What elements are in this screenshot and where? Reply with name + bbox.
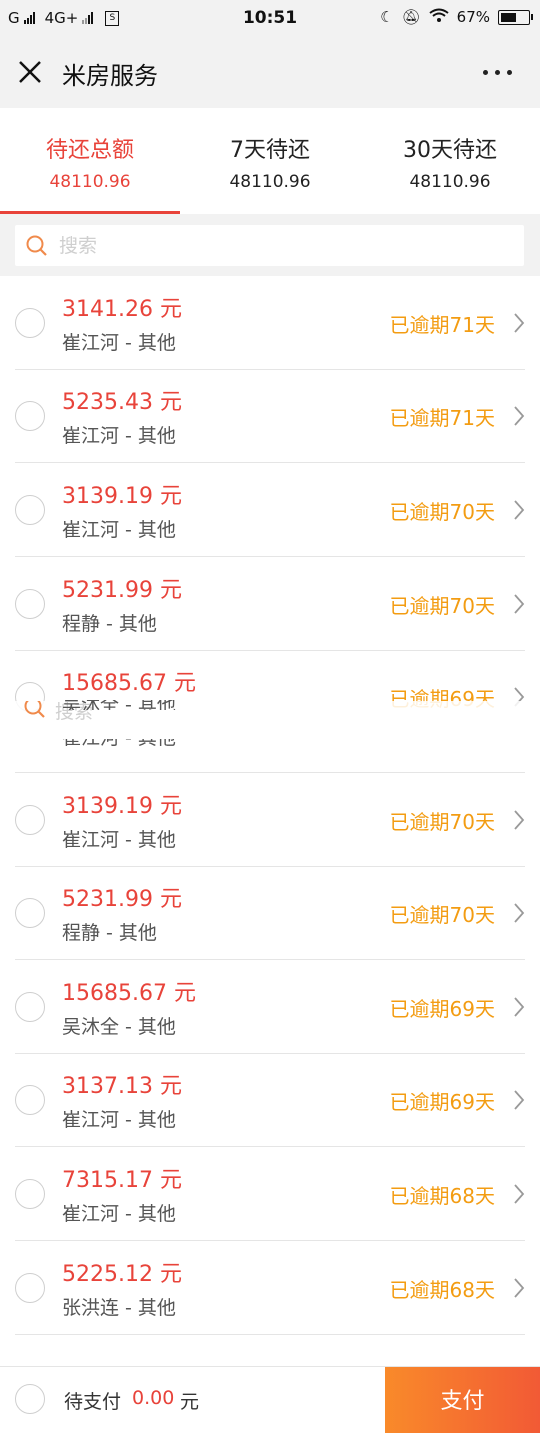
item-amount: 15685.67 元 — [62, 981, 196, 1006]
tab-30-day-due[interactable]: 30天待还 48110.96 — [360, 108, 540, 214]
bill-list: 3141.26 元 崔江河 - 其他 已逾期71天 5235.43 元 崔江河 … — [0, 276, 540, 1366]
summary-tabs: 待还总额 48110.96 7天待还 48110.96 30天待还 48110.… — [0, 108, 540, 215]
overdue-status: 已逾期68天 — [389, 1184, 495, 1208]
tab-7-day-due[interactable]: 7天待还 48110.96 — [180, 108, 360, 214]
ghost-row-text: 吴沐全 - 其他 — [62, 700, 176, 710]
chevron-right-icon — [514, 903, 525, 923]
list-item[interactable]: 5225.12 元 张洪连 - 其他 已逾期68天 — [15, 1241, 525, 1335]
overdue-status: 已逾期70天 — [389, 903, 495, 927]
pending-amount: 0.00 — [132, 1387, 175, 1409]
item-amount: 3141.26 元 — [62, 297, 182, 322]
search-icon — [24, 701, 45, 718]
chevron-right-icon — [514, 406, 525, 426]
select-radio[interactable] — [15, 495, 45, 525]
chevron-right-icon — [514, 594, 525, 614]
tab-value: 48110.96 — [409, 172, 491, 192]
overdue-status: 已逾期70天 — [389, 594, 495, 618]
tab-label: 7天待还 — [230, 138, 310, 163]
item-subtitle: 崔江河 - 其他 — [62, 332, 176, 354]
item-subtitle: 程静 - 其他 — [62, 922, 157, 944]
select-radio[interactable] — [15, 805, 45, 835]
pay-button[interactable]: 支付 — [385, 1367, 540, 1433]
item-amount: 3137.13 元 — [62, 1074, 182, 1099]
select-all-radio[interactable] — [15, 1384, 45, 1414]
chevron-right-icon — [514, 810, 525, 830]
list-item[interactable]: 5231.99 元 程静 - 其他 已逾期70天 — [15, 866, 525, 960]
page-title: 米房服务 — [62, 62, 158, 90]
item-subtitle: 张洪连 - 其他 — [62, 1297, 176, 1319]
list-item[interactable]: 5231.99 元 程静 - 其他 已逾期70天 — [15, 557, 525, 651]
overdue-status: 已逾期71天 — [389, 406, 495, 430]
item-amount: 5225.12 元 — [62, 1262, 182, 1287]
search-icon — [26, 235, 47, 256]
list-item[interactable]: 3139.19 元 崔江河 - 其他 已逾期70天 — [15, 773, 525, 867]
search-input[interactable] — [57, 231, 501, 261]
tab-label: 30天待还 — [403, 138, 497, 163]
item-subtitle: 吴沐全 - 其他 — [62, 1016, 176, 1038]
title-bar: 米房服务 — [0, 36, 540, 108]
list-item[interactable]: 3137.13 元 崔江河 - 其他 已逾期69天 — [15, 1053, 525, 1147]
more-icon[interactable] — [483, 70, 512, 75]
status-right: ☾ 🔕︎ 67% — [380, 8, 533, 26]
ghost-row-name-2: 崔江河 - 其他 — [62, 739, 176, 749]
tab-total-due[interactable]: 待还总额 48110.96 — [0, 108, 180, 214]
tab-label: 待还总额 — [45, 138, 134, 163]
chevron-right-icon — [514, 313, 525, 333]
search-box[interactable] — [15, 225, 524, 266]
chevron-right-icon — [514, 1184, 525, 1204]
overdue-status: 已逾期69天 — [389, 1090, 495, 1114]
status-bar: G 4G+ S 10:51 ☾ 🔕︎ 67% — [0, 0, 540, 36]
payment-footer: 待支付 0.00 元 支付 — [0, 1366, 540, 1433]
overdue-status: 已逾期68天 — [389, 1278, 495, 1302]
select-radio[interactable] — [15, 898, 45, 928]
chevron-right-icon — [514, 1278, 525, 1298]
wifi-icon — [429, 8, 449, 26]
list-item[interactable]: 15685.67 元 吴沐全 - 其他 已逾期69天 — [15, 960, 525, 1054]
chevron-right-icon — [514, 997, 525, 1017]
ghost-row-name: 吴沐全 - 其他 — [62, 700, 176, 710]
item-subtitle: 崔江河 - 其他 — [62, 1203, 176, 1225]
pending-unit: 元 — [180, 1391, 200, 1413]
item-subtitle: 崔江河 - 其他 — [62, 519, 176, 541]
list-item[interactable]: 5235.43 元 崔江河 - 其他 已逾期71天 — [15, 369, 525, 463]
bell-off-icon: 🔕︎ — [401, 8, 421, 26]
select-radio[interactable] — [15, 308, 45, 338]
ghost-row-text-2: 崔江河 - 其他 — [62, 739, 176, 749]
select-radio[interactable] — [15, 401, 45, 431]
chevron-right-icon — [514, 1090, 525, 1110]
close-icon[interactable] — [16, 58, 44, 86]
overdue-status: 已逾期71天 — [389, 313, 495, 337]
search-bar — [0, 214, 540, 276]
select-radio[interactable] — [15, 589, 45, 619]
list-item[interactable]: 7315.17 元 崔江河 - 其他 已逾期68天 — [15, 1147, 525, 1241]
overdue-status: 已逾期70天 — [389, 500, 495, 524]
item-amount: 5231.99 元 — [62, 578, 182, 603]
battery-percent: 67% — [456, 8, 490, 26]
list-item[interactable]: 3139.19 元 崔江河 - 其他 已逾期70天 — [15, 463, 525, 557]
battery-icon — [498, 9, 533, 25]
tab-value: 48110.96 — [49, 172, 131, 192]
overdue-status: 已逾期70天 — [389, 810, 495, 834]
item-amount: 7315.17 元 — [62, 1168, 182, 1193]
select-radio[interactable] — [15, 1273, 45, 1303]
tab-value: 48110.96 — [229, 172, 311, 192]
list-item[interactable]: 3141.26 元 崔江河 - 其他 已逾期71天 — [15, 276, 525, 370]
pending-label: 待支付 — [64, 1391, 122, 1413]
select-radio[interactable] — [15, 1085, 45, 1115]
chevron-right-icon — [514, 500, 525, 520]
item-subtitle: 程静 - 其他 — [62, 613, 157, 635]
item-amount: 3139.19 元 — [62, 484, 182, 509]
item-amount: 15685.67 元 — [62, 671, 196, 696]
select-radio[interactable] — [15, 1179, 45, 1209]
item-amount: 5231.99 元 — [62, 887, 182, 912]
item-amount: 5235.43 元 — [62, 390, 182, 415]
moon-icon: ☾ — [380, 8, 394, 26]
item-subtitle: 崔江河 - 其他 — [62, 1109, 176, 1131]
item-subtitle: 崔江河 - 其他 — [62, 425, 176, 447]
item-amount: 3139.19 元 — [62, 794, 182, 819]
item-subtitle: 崔江河 - 其他 — [62, 829, 176, 851]
select-radio[interactable] — [15, 992, 45, 1022]
overdue-status: 已逾期69天 — [389, 997, 495, 1021]
